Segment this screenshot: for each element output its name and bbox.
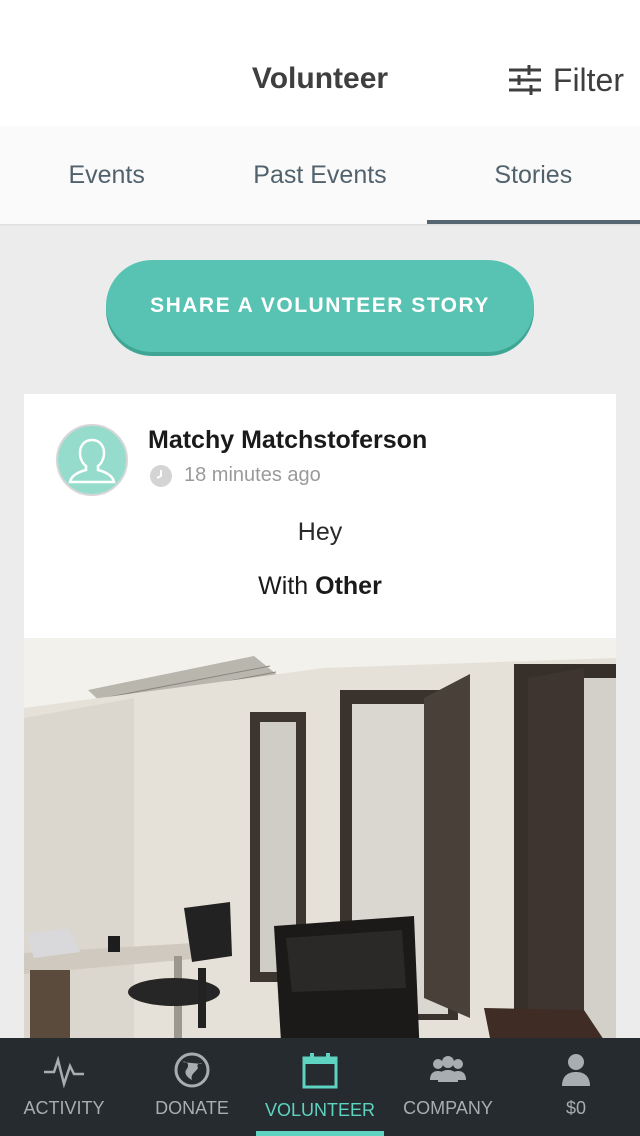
story-author[interactable]: Matchy Matchstoferson xyxy=(148,426,427,455)
tab-stories[interactable]: Stories xyxy=(426,126,640,224)
story-with: With Other xyxy=(24,572,616,601)
tab-bar-top: Events Past Events Stories xyxy=(0,126,640,224)
person-icon xyxy=(562,1054,590,1086)
activity-icon xyxy=(44,1055,84,1088)
story-timestamp: 18 minutes ago xyxy=(150,464,321,487)
share-story-button[interactable]: SHARE A VOLUNTEER STORY xyxy=(106,260,534,352)
tabbar-company-label: COMPANY xyxy=(403,1098,493,1118)
story-text: Hey xyxy=(297,518,343,546)
tab-past-events[interactable]: Past Events xyxy=(213,126,426,224)
group-icon xyxy=(430,1056,466,1082)
filter-button[interactable]: Filter xyxy=(508,60,624,100)
tab-events[interactable]: Events xyxy=(0,126,213,224)
tabbar-volunteer[interactable]: VOLUNTEER xyxy=(256,1038,384,1136)
user-icon xyxy=(68,438,116,484)
tabbar-activity-label: ACTIVITY xyxy=(23,1098,105,1118)
calendar-icon xyxy=(302,1053,338,1089)
tabbar-donate[interactable]: DONATE xyxy=(128,1038,256,1136)
story-time-text: 18 minutes ago xyxy=(184,464,321,486)
app-header: Volunteer Filter xyxy=(0,0,640,126)
story-with-value: Other xyxy=(315,572,382,600)
tabbar-profile[interactable]: $0 xyxy=(512,1038,640,1136)
tabbar-volunteer-label: VOLUNTEER xyxy=(264,1100,376,1120)
office-photo xyxy=(24,638,616,1054)
bottom-tab-bar: ACTIVITY DONATE VOLUNTEER COMPANY $0 xyxy=(0,1038,640,1136)
sliders-icon xyxy=(508,65,541,95)
story-photo[interactable] xyxy=(24,638,616,1054)
tabbar-activity[interactable]: ACTIVITY xyxy=(0,1038,128,1136)
avatar[interactable] xyxy=(56,424,128,496)
tabbar-balance-label: $0 xyxy=(565,1098,587,1118)
story-with-prefix: With xyxy=(258,572,309,600)
story-card: Matchy Matchstoferson 18 minutes ago Hey… xyxy=(24,394,616,1054)
filter-label: Filter xyxy=(552,61,624,98)
clock-icon xyxy=(150,464,172,487)
globe-icon xyxy=(174,1052,210,1088)
tabbar-company[interactable]: COMPANY xyxy=(384,1038,512,1136)
tabbar-donate-label: DONATE xyxy=(155,1098,229,1118)
